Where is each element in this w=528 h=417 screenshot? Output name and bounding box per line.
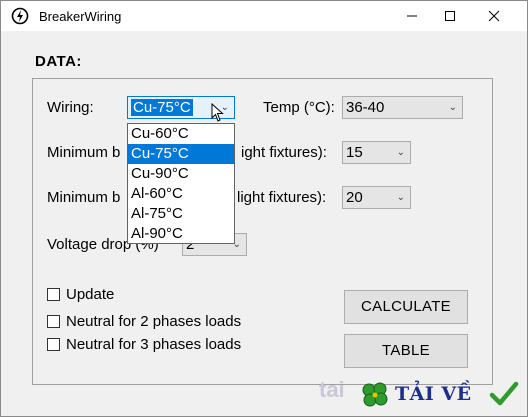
clover-icon xyxy=(362,382,388,407)
update-checkbox-label: Update xyxy=(66,286,115,303)
minimize-icon xyxy=(407,15,417,17)
neutral-3-phases-label: Neutral for 3 phases loads xyxy=(66,336,242,353)
wiring-option[interactable]: Al-60°C xyxy=(128,184,234,204)
wiring-selected-value: Cu-75°C xyxy=(131,99,193,116)
title-bar: BreakerWiring xyxy=(1,1,527,31)
neutral-2-phases-label: Neutral for 2 phases loads xyxy=(66,313,242,330)
temp-selected-value: 36-40 xyxy=(346,99,385,116)
neutral-2-phases-checkbox[interactable]: Neutral for 2 phases loads xyxy=(47,313,241,330)
min-breaker-non-lighting-select[interactable]: 20 ⌄ xyxy=(342,186,411,209)
lightning-app-icon xyxy=(11,7,29,25)
watermark-faded-text: tai xyxy=(319,377,345,402)
neutral-3-phases-checkbox[interactable]: Neutral for 3 phases loads xyxy=(47,336,241,353)
wiring-option[interactable]: Al-75°C xyxy=(128,204,234,224)
mouse-cursor-icon xyxy=(211,103,224,122)
wiring-option[interactable]: Cu-90°C xyxy=(128,164,234,184)
close-button[interactable] xyxy=(471,1,517,31)
min-breaker-non-lighting-label-end: light fixtures): xyxy=(237,189,327,206)
chevron-down-icon: ⌄ xyxy=(396,147,405,158)
checkbox-box xyxy=(47,288,60,301)
checkbox-box xyxy=(47,315,60,328)
checkbox-box xyxy=(47,338,60,351)
min-breaker-lighting-label-start: Minimum b xyxy=(47,144,121,161)
wiring-option[interactable]: Al-90°C xyxy=(128,224,234,244)
wiring-dropdown-list: Cu-60°C Cu-75°C Cu-90°C Al-60°C Al-75°C … xyxy=(127,123,235,244)
data-section-label: DATA: xyxy=(35,53,82,70)
wiring-label: Wiring: xyxy=(47,99,94,116)
wiring-option[interactable]: Cu-60°C xyxy=(128,124,234,144)
window-title: BreakerWiring xyxy=(39,9,122,24)
update-checkbox[interactable]: Update xyxy=(47,286,114,303)
watermark-text: TẢI VỀ xyxy=(395,383,472,405)
maximize-icon xyxy=(445,11,455,21)
min-breaker-lighting-value: 15 xyxy=(346,144,363,161)
table-button[interactable]: TABLE xyxy=(344,334,468,368)
temp-select[interactable]: 36-40 ⌄ xyxy=(342,96,463,119)
app-window: BreakerWiring DATA: Wiring: Cu-75°C ⌄ Te… xyxy=(0,0,528,417)
temp-label: Temp (°C): xyxy=(263,99,335,116)
checkmark-icon xyxy=(489,381,519,406)
maximize-button[interactable] xyxy=(427,1,473,31)
chevron-down-icon: ⌄ xyxy=(448,102,457,113)
calculate-button[interactable]: CALCULATE xyxy=(344,290,468,324)
min-breaker-lighting-select[interactable]: 15 ⌄ xyxy=(342,141,411,164)
chevron-down-icon: ⌄ xyxy=(396,192,405,203)
watermark-logo: tai TẢI VỀ xyxy=(319,375,528,415)
wiring-option-selected[interactable]: Cu-75°C xyxy=(128,144,234,164)
close-icon xyxy=(488,10,500,22)
min-breaker-non-lighting-label-start: Minimum b xyxy=(47,189,121,206)
min-breaker-non-lighting-value: 20 xyxy=(346,189,363,206)
min-breaker-lighting-label-end: ight fixtures): xyxy=(241,144,327,161)
